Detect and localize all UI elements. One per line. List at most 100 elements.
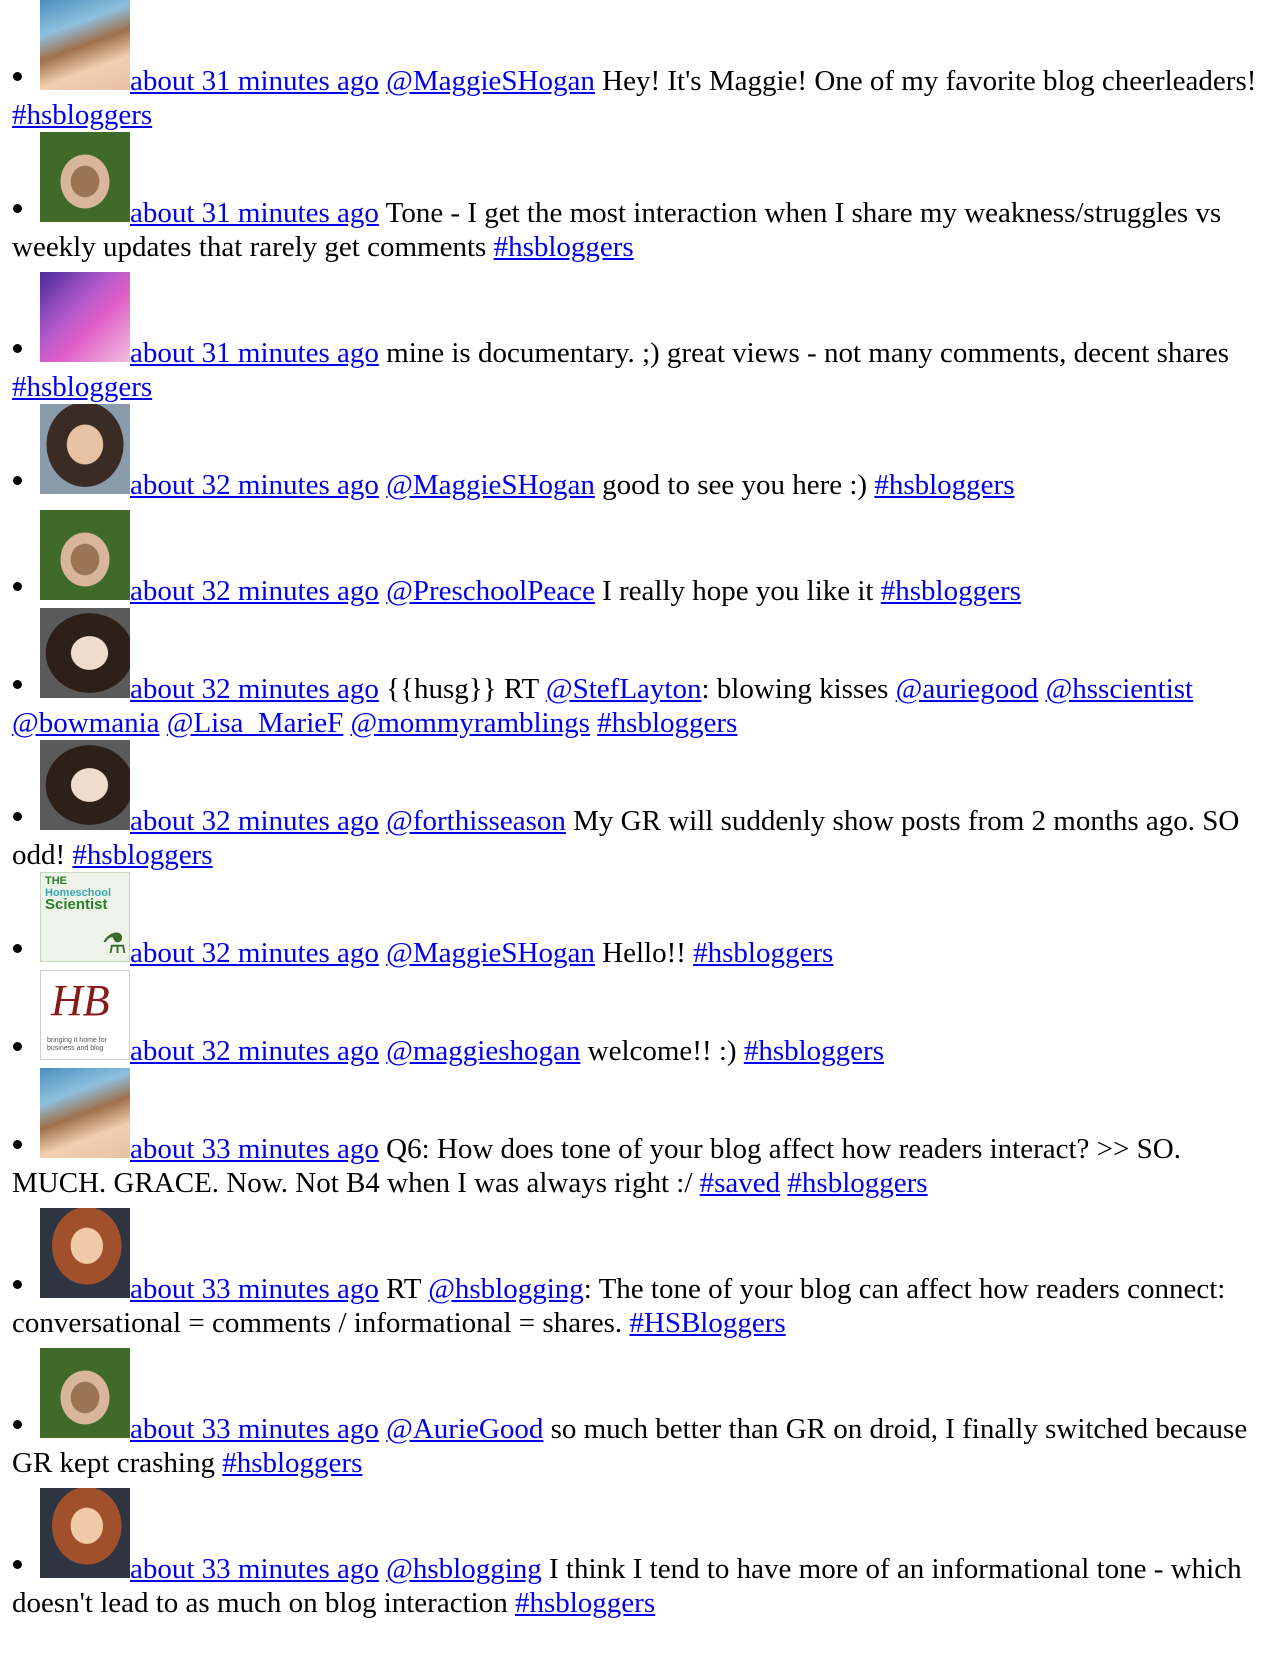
logo-tagline: bringing it home for business and blog (47, 1037, 107, 1052)
tweet-item: about 31 minutes ago @MaggieSHogan Hey! … (12, 0, 1266, 132)
hashtag-link[interactable]: #hsbloggers (12, 99, 152, 131)
bullet-marker (13, 204, 22, 213)
hashtag-link[interactable]: #hsbloggers (515, 1587, 655, 1619)
avatar[interactable]: THE Homeschool Scientist ⚗ (40, 872, 130, 962)
tweet-item: THE Homeschool Scientist ⚗ about 32 minutes … (12, 872, 1266, 970)
avatar[interactable] (40, 1488, 130, 1578)
mention-link[interactable]: @hsblogging (428, 1273, 584, 1305)
mention-link[interactable]: @hsblogging (386, 1553, 542, 1585)
tweet-text (160, 707, 167, 739)
avatar[interactable] (40, 1068, 130, 1158)
bullet-marker (13, 1280, 22, 1289)
tweet-text: {{husg}} RT (386, 673, 546, 705)
tweet-text (343, 707, 350, 739)
mention-link[interactable]: @AurieGood (386, 1413, 543, 1445)
logo-text: THE Homeschool Scientist (45, 875, 111, 912)
hashtag-link[interactable]: #hsbloggers (72, 839, 212, 871)
tweet-text: RT (386, 1273, 429, 1305)
tweet-item: about 32 minutes ago {{husg}} RT @StefLa… (12, 608, 1266, 740)
mention-link[interactable]: @MaggieSHogan (386, 65, 595, 97)
bullet-marker (13, 1042, 22, 1051)
tweet-item: about 32 minutes ago @MaggieSHogan good … (12, 404, 1266, 502)
avatar[interactable] (40, 0, 130, 90)
hashtag-link[interactable]: #hsbloggers (787, 1167, 927, 1199)
tweet-text (1038, 673, 1045, 705)
avatar[interactable] (40, 1208, 130, 1298)
mention-link[interactable]: @bowmania (12, 707, 160, 739)
timestamp-link[interactable]: about 31 minutes ago (130, 337, 379, 369)
tweet-text: good to see you here :) (594, 469, 875, 501)
tweet-text: : blowing kisses (701, 673, 896, 705)
mention-link[interactable]: @forthisseason (386, 805, 566, 837)
tweet-text: mine is documentary. ;) great views - no… (386, 337, 1230, 369)
logo-line: THE (45, 875, 67, 887)
timestamp-link[interactable]: about 32 minutes ago (130, 1035, 379, 1067)
mention-link[interactable]: @PreschoolPeace (386, 575, 595, 607)
hashtag-link[interactable]: #hsbloggers (597, 707, 737, 739)
timestamp-link[interactable]: about 31 minutes ago (130, 65, 379, 97)
tweet-item: about 31 minutes ago mine is documentary… (12, 272, 1266, 404)
bullet-marker (13, 72, 22, 81)
timestamp-link[interactable]: about 33 minutes ago (130, 1413, 379, 1445)
hashtag-link[interactable]: #hsbloggers (881, 575, 1021, 607)
tweet-item: about 33 minutes ago Q6: How does tone o… (12, 1068, 1266, 1200)
hashtag-link[interactable]: #hsbloggers (874, 469, 1014, 501)
logo-monogram: HB (51, 976, 110, 1025)
timestamp-link[interactable]: about 32 minutes ago (130, 673, 379, 705)
hashtag-link[interactable]: #hsbloggers (222, 1447, 362, 1479)
tweet-item: about 33 minutes ago @AurieGood so much … (12, 1348, 1266, 1480)
tweet-item: about 33 minutes ago @hsblogging I think… (12, 1488, 1266, 1620)
bullet-marker (13, 1420, 22, 1429)
mention-link[interactable]: @StefLayton (546, 673, 702, 705)
mention-link[interactable]: @auriegood (896, 673, 1039, 705)
tweet-item: about 32 minutes ago @forthisseason My G… (12, 740, 1266, 872)
hashtag-link[interactable]: #hsbloggers (494, 231, 634, 263)
avatar[interactable] (40, 740, 130, 830)
avatar[interactable] (40, 608, 130, 698)
tweet-item: HB bringing it home for business and blog… (12, 970, 1266, 1068)
bullet-marker (13, 1560, 22, 1569)
avatar[interactable] (40, 272, 130, 362)
avatar[interactable] (40, 1348, 130, 1438)
bullet-marker (13, 680, 22, 689)
mention-link[interactable]: @Lisa_MarieF (167, 707, 344, 739)
mention-link[interactable]: @MaggieSHogan (386, 469, 595, 501)
timestamp-link[interactable]: about 33 minutes ago (130, 1273, 379, 1305)
timestamp-link[interactable]: about 32 minutes ago (130, 937, 379, 969)
mention-link[interactable]: @hsscientist (1046, 673, 1194, 705)
hashtag-link[interactable]: #HSBloggers (629, 1307, 785, 1339)
timestamp-link[interactable]: about 32 minutes ago (130, 575, 379, 607)
mention-link[interactable]: @MaggieSHogan (386, 937, 595, 969)
tweet-text: welcome!! :) (580, 1035, 744, 1067)
mention-link[interactable]: @mommyramblings (351, 707, 590, 739)
tweet-text: I really hope you like it (594, 575, 881, 607)
logo-line: Scientist (45, 896, 108, 913)
tweet-item: about 32 minutes ago @PreschoolPeace I r… (12, 510, 1266, 608)
bullet-marker (13, 476, 22, 485)
hashtag-link[interactable]: #hsbloggers (693, 937, 833, 969)
tweet-item: about 33 minutes ago RT @hsblogging: The… (12, 1208, 1266, 1340)
bullet-marker (13, 1140, 22, 1149)
mention-link[interactable]: @maggieshogan (386, 1035, 580, 1067)
tweet-text: Hey! It's Maggie! One of my favorite blo… (594, 65, 1257, 97)
timestamp-link[interactable]: about 32 minutes ago (130, 469, 379, 501)
timestamp-link[interactable]: about 33 minutes ago (130, 1553, 379, 1585)
bullet-marker (13, 812, 22, 821)
timestamp-link[interactable]: about 31 minutes ago (130, 197, 379, 229)
timestamp-link[interactable]: about 33 minutes ago (130, 1133, 379, 1165)
bullet-marker (13, 582, 22, 591)
avatar[interactable] (40, 510, 130, 600)
hashtag-link[interactable]: #saved (700, 1167, 781, 1199)
microscope-icon: ⚗ (101, 929, 127, 960)
avatar[interactable] (40, 404, 130, 494)
avatar[interactable] (40, 132, 130, 222)
hashtag-link[interactable]: #hsbloggers (12, 371, 152, 403)
bullet-marker (13, 944, 22, 953)
tweet-item: about 31 minutes ago Tone - I get the mo… (12, 132, 1266, 264)
hashtag-link[interactable]: #hsbloggers (744, 1035, 884, 1067)
avatar[interactable]: HB bringing it home for business and blog (40, 970, 130, 1060)
timestamp-link[interactable]: about 32 minutes ago (130, 805, 379, 837)
bullet-marker (13, 344, 22, 353)
tweet-text: Hello!! (594, 937, 694, 969)
tweet-feed: about 31 minutes ago @MaggieSHogan Hey! … (0, 0, 1266, 1620)
